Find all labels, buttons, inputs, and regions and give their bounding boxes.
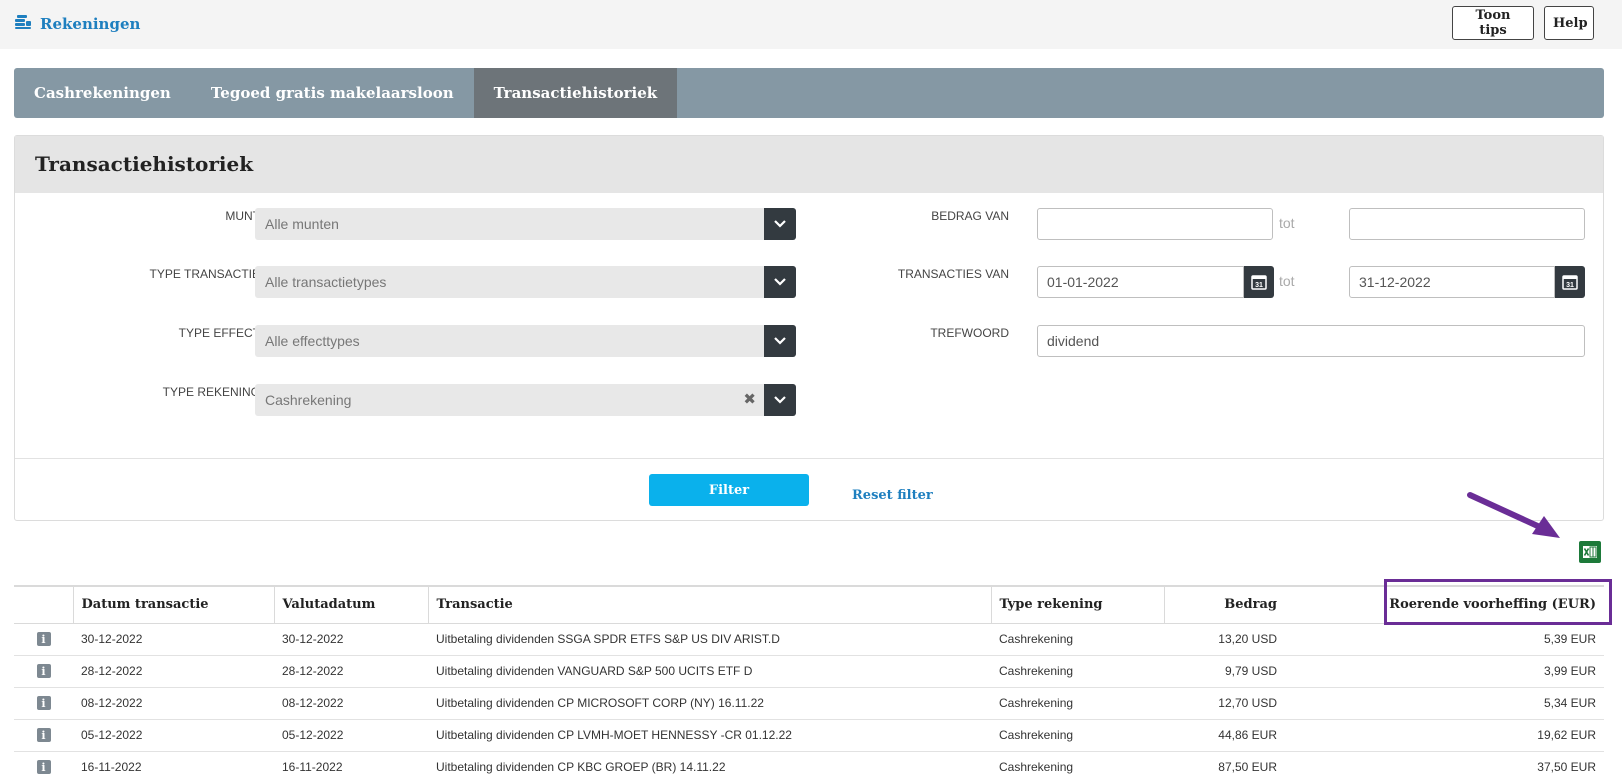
cell-valutadatum: 05-12-2022 — [274, 719, 428, 752]
chevron-down-icon[interactable] — [764, 266, 796, 298]
clear-icon[interactable]: ✖ — [743, 390, 756, 408]
filter-panel: Transactiehistoriek MUNT Alle munten TYP… — [14, 135, 1604, 521]
info-icon[interactable]: i — [36, 632, 51, 647]
app-title: Rekeningen — [14, 12, 140, 35]
cell-roerende-voorheffing: 37,50 EUR — [1285, 751, 1604, 783]
reset-filter-link[interactable]: Reset filter — [852, 488, 933, 503]
chevron-down-icon[interactable] — [764, 208, 796, 240]
annotation-arrow — [1467, 492, 1560, 538]
cell-transactie: Uitbetaling dividenden CP MICROSOFT CORP… — [428, 687, 991, 720]
help-button[interactable]: Help — [1544, 6, 1594, 40]
date-from-input[interactable] — [1037, 266, 1244, 298]
tab-transactiehistoriek[interactable]: Transactiehistoriek — [473, 68, 678, 118]
cell-valutadatum: 16-11-2022 — [274, 751, 428, 783]
date-to-input[interactable] — [1349, 266, 1555, 298]
cell-transactie: Uitbetaling dividenden CP KBC GROEP (BR)… — [428, 751, 991, 783]
table-row[interactable]: i 05-12-2022 05-12-2022 Uitbetaling divi… — [14, 719, 1604, 752]
cell-datum: 30-12-2022 — [73, 623, 274, 656]
cell-datum: 08-12-2022 — [73, 687, 274, 720]
type-transactie-value: Alle transactietypes — [265, 274, 387, 290]
panel-header: Transactiehistoriek — [15, 136, 1603, 193]
trefwoord-input[interactable] — [1037, 325, 1585, 357]
type-transactie-select[interactable]: Alle transactietypes — [255, 266, 796, 298]
col-datum-transactie[interactable]: Datum transactie — [72, 587, 274, 624]
bedrag-tot-label: tot — [1279, 215, 1295, 231]
cell-datum: 28-12-2022 — [73, 655, 274, 688]
table-row[interactable]: i 08-12-2022 08-12-2022 Uitbetaling divi… — [14, 687, 1604, 720]
cell-bedrag: 9,79 USD — [1164, 655, 1285, 688]
info-icon[interactable]: i — [36, 696, 51, 711]
col-transactie[interactable]: Transactie — [427, 587, 991, 624]
info-icon[interactable]: i — [36, 760, 51, 775]
highlight-box — [1384, 579, 1612, 625]
date-tot-label: tot — [1279, 273, 1295, 289]
chevron-down-icon[interactable] — [764, 325, 796, 357]
col-roerende-voorheffing[interactable]: Roerende voorheffing (EUR) — [1285, 579, 1612, 625]
cell-datum: 16-11-2022 — [73, 751, 274, 783]
type-transactie-label: TYPE TRANSACTIE — [149, 267, 260, 281]
cell-transactie: Uitbetaling dividenden CP LVMH-MOET HENN… — [428, 719, 991, 752]
table-header-row: Datum transactie Valutadatum Transactie … — [14, 579, 1612, 625]
cell-bedrag: 87,50 EUR — [1164, 751, 1285, 783]
type-effect-value: Alle effecttypes — [265, 333, 360, 349]
chevron-down-icon[interactable] — [764, 384, 796, 416]
cell-bedrag: 13,20 USD — [1164, 623, 1285, 656]
type-rekening-value: Cashrekening — [265, 392, 352, 408]
bedrag-to-input[interactable] — [1349, 208, 1585, 240]
col-info — [14, 587, 73, 624]
munt-label: MUNT — [225, 209, 260, 223]
table-row[interactable]: i 28-12-2022 28-12-2022 Uitbetaling divi… — [14, 655, 1604, 688]
col-valutadatum[interactable]: Valutadatum — [273, 587, 428, 624]
filter-button[interactable]: Filter — [649, 474, 809, 506]
cell-type-rekening: Cashrekening — [991, 623, 1164, 656]
type-effect-select[interactable]: Alle effecttypes — [255, 325, 796, 357]
munt-select-value: Alle munten — [265, 216, 339, 232]
svg-text:31: 31 — [1566, 282, 1574, 289]
svg-text:31: 31 — [1255, 282, 1263, 289]
trefwoord-label: TREFWOORD — [930, 326, 1009, 340]
cell-roerende-voorheffing: 19,62 EUR — [1285, 719, 1604, 752]
cell-transactie: Uitbetaling dividenden SSGA SPDR ETFS S&… — [428, 623, 991, 656]
type-rekening-label: TYPE REKENING — [162, 385, 260, 399]
info-icon[interactable]: i — [36, 664, 51, 679]
tab-tegoed-makelaarsloon[interactable]: Tegoed gratis makelaarsloon — [191, 68, 474, 118]
type-effect-label: TYPE EFFECT — [178, 326, 260, 340]
col-type-rekening[interactable]: Type rekening — [990, 587, 1164, 624]
munt-select[interactable]: Alle munten — [255, 208, 796, 240]
page-title: Transactiehistoriek — [35, 152, 254, 176]
excel-export-icon[interactable] — [1579, 541, 1601, 563]
bedrag-from-input[interactable] — [1037, 208, 1273, 240]
calendar-icon[interactable]: 31 — [1555, 266, 1585, 298]
bedrag-van-label: BEDRAG VAN — [931, 209, 1009, 223]
type-rekening-select[interactable]: Cashrekening ✖ — [255, 384, 796, 416]
col-bedrag[interactable]: Bedrag — [1163, 587, 1285, 624]
cell-transactie: Uitbetaling dividenden VANGUARD S&P 500 … — [428, 655, 991, 688]
cell-type-rekening: Cashrekening — [991, 687, 1164, 720]
tab-bar: Cashrekeningen Tegoed gratis makelaarslo… — [14, 68, 1604, 118]
show-tips-button[interactable]: Toon tips — [1452, 6, 1534, 40]
top-bar: Rekeningen Toon tips Help — [0, 0, 1622, 49]
cell-valutadatum: 28-12-2022 — [274, 655, 428, 688]
cell-valutadatum: 08-12-2022 — [274, 687, 428, 720]
tab-cashrekeningen[interactable]: Cashrekeningen — [14, 68, 191, 118]
cell-type-rekening: Cashrekening — [991, 655, 1164, 688]
cell-bedrag: 12,70 USD — [1164, 687, 1285, 720]
table-row[interactable]: i 30-12-2022 30-12-2022 Uitbetaling divi… — [14, 623, 1604, 656]
cell-bedrag: 44,86 EUR — [1164, 719, 1285, 752]
transactions-table: Datum transactie Valutadatum Transactie … — [14, 579, 1612, 783]
cell-roerende-voorheffing: 5,34 EUR — [1285, 687, 1604, 720]
calendar-icon[interactable]: 31 — [1244, 266, 1274, 298]
cell-roerende-voorheffing: 3,99 EUR — [1285, 655, 1604, 688]
table-row[interactable]: i 16-11-2022 16-11-2022 Uitbetaling divi… — [14, 751, 1604, 783]
app-title-text: Rekeningen — [40, 14, 141, 33]
cell-valutadatum: 30-12-2022 — [274, 623, 428, 656]
cell-roerende-voorheffing: 5,39 EUR — [1285, 623, 1604, 656]
cell-datum: 05-12-2022 — [73, 719, 274, 752]
info-icon[interactable]: i — [36, 728, 51, 743]
panel-footer: Filter Reset filter — [15, 458, 1603, 522]
transacties-van-label: TRANSACTIES VAN — [897, 267, 1009, 281]
coins-icon — [14, 12, 32, 35]
cell-type-rekening: Cashrekening — [991, 719, 1164, 752]
cell-type-rekening: Cashrekening — [991, 751, 1164, 783]
